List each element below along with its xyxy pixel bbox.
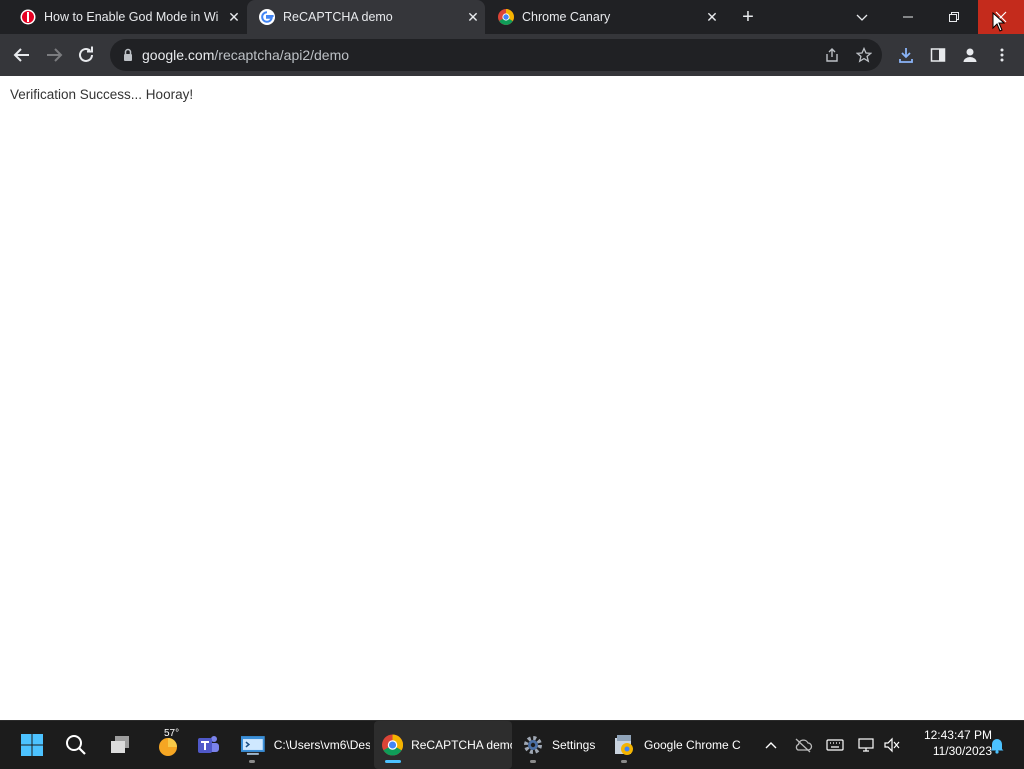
taskbar-app-terminal[interactable]: C:\Users\vm6\Des bbox=[236, 721, 370, 769]
tab-close-icon[interactable]: ✕ bbox=[700, 9, 724, 26]
tab-title: Chrome Canary bbox=[522, 10, 611, 24]
task-view-button[interactable] bbox=[102, 721, 138, 769]
mouse-cursor-icon bbox=[992, 12, 1006, 32]
running-indicator bbox=[530, 760, 536, 763]
search-icon bbox=[66, 735, 86, 755]
restore-button[interactable] bbox=[932, 0, 976, 34]
tab-strip: How to Enable God Mode in Wi ✕ ReCAPTCHA… bbox=[0, 0, 1024, 34]
profile-button[interactable] bbox=[958, 43, 982, 67]
address-bar[interactable]: google.com/recaptcha/api2/demo bbox=[110, 39, 882, 71]
windows-logo-icon bbox=[21, 734, 43, 756]
profile-icon bbox=[963, 48, 977, 62]
onedrive-button[interactable] bbox=[790, 721, 816, 769]
taskbar-app-chrome-installer[interactable]: Google Chrome C bbox=[608, 721, 744, 769]
taskbar-app-label: Settings bbox=[552, 738, 596, 752]
page-viewport: Verification Success... Hooray! bbox=[0, 76, 1024, 720]
running-indicator bbox=[621, 760, 627, 763]
forward-button[interactable] bbox=[42, 43, 66, 67]
chrome-favicon bbox=[498, 9, 514, 25]
tab-search-button[interactable] bbox=[840, 0, 884, 34]
taskbar-app-settings[interactable]: Settings bbox=[516, 721, 606, 769]
new-tab-button[interactable]: + bbox=[736, 4, 760, 30]
chrome-menu-button[interactable] bbox=[990, 43, 1014, 67]
verification-message: Verification Success... Hooray! bbox=[10, 87, 194, 102]
chevron-down-icon bbox=[856, 14, 868, 21]
side-panel-icon bbox=[930, 48, 946, 62]
start-button[interactable] bbox=[14, 721, 50, 769]
pinterest-favicon bbox=[20, 9, 36, 25]
tab-god-mode[interactable]: How to Enable God Mode in Wi ✕ bbox=[8, 0, 246, 34]
teams-button[interactable] bbox=[190, 721, 226, 769]
taskbar-app-chrome[interactable]: ReCAPTCHA demo bbox=[374, 721, 512, 769]
downloads-button[interactable] bbox=[894, 43, 918, 67]
side-panel-button[interactable] bbox=[926, 43, 950, 67]
running-indicator bbox=[249, 760, 255, 763]
back-button[interactable] bbox=[10, 43, 34, 67]
chrome-icon bbox=[382, 734, 404, 756]
share-icon[interactable] bbox=[824, 47, 840, 63]
network-button[interactable] bbox=[854, 721, 880, 769]
clock-time: 12:43:47 PM bbox=[923, 728, 992, 742]
back-arrow-icon bbox=[13, 48, 29, 62]
search-button[interactable] bbox=[58, 721, 94, 769]
teams-icon bbox=[198, 736, 219, 753]
reload-button[interactable] bbox=[74, 43, 98, 67]
chevron-up-icon bbox=[765, 742, 777, 749]
clock[interactable]: 12:43:47 PM 11/30/2023 bbox=[904, 727, 992, 759]
taskbar-app-label: ReCAPTCHA demo bbox=[411, 738, 512, 752]
lock-icon[interactable] bbox=[120, 47, 136, 63]
taskbar-app-label: Google Chrome C bbox=[644, 738, 741, 752]
tab-chrome-canary[interactable]: Chrome Canary ✕ bbox=[486, 0, 724, 34]
terminal-icon bbox=[240, 736, 265, 755]
bell-icon bbox=[990, 739, 1004, 754]
reload-icon bbox=[79, 46, 93, 62]
taskbar-app-label: C:\Users\vm6\Des bbox=[273, 738, 370, 752]
forward-arrow-icon bbox=[47, 48, 63, 62]
clock-date: 11/30/2023 bbox=[932, 744, 992, 758]
tab-title: ReCAPTCHA demo bbox=[283, 10, 393, 24]
task-view-icon bbox=[111, 736, 129, 753]
star-icon[interactable] bbox=[856, 47, 872, 63]
settings-gear-icon bbox=[524, 736, 542, 754]
network-icon bbox=[858, 738, 874, 752]
google-favicon bbox=[259, 9, 275, 25]
keyboard-button[interactable] bbox=[822, 721, 848, 769]
show-hidden-icons-button[interactable] bbox=[760, 721, 782, 769]
restore-icon bbox=[949, 12, 959, 22]
volume-muted-icon bbox=[884, 737, 900, 753]
tab-recaptcha-demo[interactable]: ReCAPTCHA demo ✕ bbox=[247, 0, 485, 34]
minimize-icon bbox=[903, 16, 913, 18]
weather-widget[interactable]: 57° bbox=[148, 721, 188, 769]
browser-toolbar: google.com/recaptcha/api2/demo bbox=[0, 34, 1024, 76]
active-indicator bbox=[385, 760, 401, 763]
url-host: google.com bbox=[142, 47, 215, 63]
notifications-button[interactable] bbox=[986, 721, 1008, 769]
minimize-button[interactable] bbox=[886, 0, 930, 34]
url-path: /recaptcha/api2/demo bbox=[214, 47, 350, 63]
tab-close-icon[interactable]: ✕ bbox=[222, 9, 246, 26]
url-text[interactable]: google.com/recaptcha/api2/demo bbox=[142, 47, 349, 63]
installer-icon bbox=[615, 735, 633, 755]
volume-button[interactable] bbox=[880, 721, 904, 769]
kebab-menu-icon bbox=[1000, 48, 1004, 62]
download-icon bbox=[899, 48, 913, 63]
tab-title: How to Enable God Mode in Wi bbox=[44, 10, 219, 24]
taskbar: 57° C:\Users\vm6\Des ReCAPTCHA demo Sett… bbox=[0, 720, 1024, 769]
tab-close-icon[interactable]: ✕ bbox=[461, 9, 485, 26]
keyboard-icon bbox=[826, 739, 844, 751]
weather-temp: 57° bbox=[164, 728, 180, 739]
cloud-off-icon bbox=[795, 738, 813, 753]
